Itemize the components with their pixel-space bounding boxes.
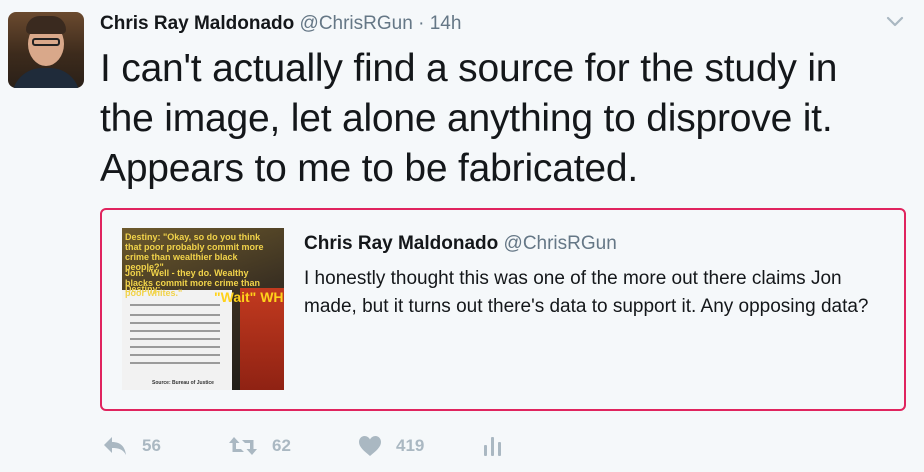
- thumbnail-caption: "Wait" WHA: [214, 289, 284, 305]
- quoted-tweet-card[interactable]: Destiny: "Okay, so do you think that poo…: [100, 208, 906, 411]
- reply-button[interactable]: 56: [102, 432, 161, 460]
- analytics-icon: [482, 435, 504, 457]
- retweet-button[interactable]: 62: [228, 432, 291, 460]
- quoted-author-handle[interactable]: @ChrisRGun: [504, 233, 617, 254]
- retweet-icon: [228, 435, 258, 457]
- reply-icon: [102, 435, 128, 457]
- retweet-count: 62: [272, 436, 291, 455]
- chevron-down-icon[interactable]: [884, 10, 906, 32]
- quoted-tweet-image: Destiny: "Okay, so do you think that poo…: [122, 228, 284, 390]
- quoted-author-name[interactable]: Chris Ray Maldonado: [304, 233, 498, 254]
- tweet-text: I can't actually find a source for the s…: [100, 47, 838, 190]
- header-separator: ·: [418, 13, 425, 34]
- thumbnail-caption: Destiny: "Okay, so do you think that poo…: [125, 232, 264, 272]
- quoted-tweet-text: I honestly thought this was one of the m…: [304, 268, 869, 317]
- author-handle[interactable]: @ChrisRGun: [300, 13, 413, 34]
- author-avatar[interactable]: [8, 12, 84, 88]
- thumbnail-caption: Source: Bureau of Justice: [152, 380, 214, 386]
- author-name[interactable]: Chris Ray Maldonado: [100, 13, 294, 34]
- analytics-button[interactable]: [482, 432, 504, 460]
- avatar-shirt: [12, 68, 80, 88]
- quoted-tweet-header: Chris Ray Maldonado @ChrisRGun: [304, 233, 617, 255]
- thumbnail-caption: Destiny:: [125, 284, 161, 294]
- like-button[interactable]: 419: [358, 432, 424, 460]
- thumbnail-table: [122, 290, 232, 390]
- tweet-timestamp[interactable]: 14h: [430, 13, 462, 34]
- avatar-hair: [26, 16, 66, 34]
- tweet-header: Chris Ray Maldonado @ChrisRGun · 14h: [100, 13, 461, 35]
- reply-count: 56: [142, 436, 161, 455]
- heart-icon: [358, 435, 382, 457]
- like-count: 419: [396, 436, 425, 455]
- avatar-glasses: [32, 38, 60, 46]
